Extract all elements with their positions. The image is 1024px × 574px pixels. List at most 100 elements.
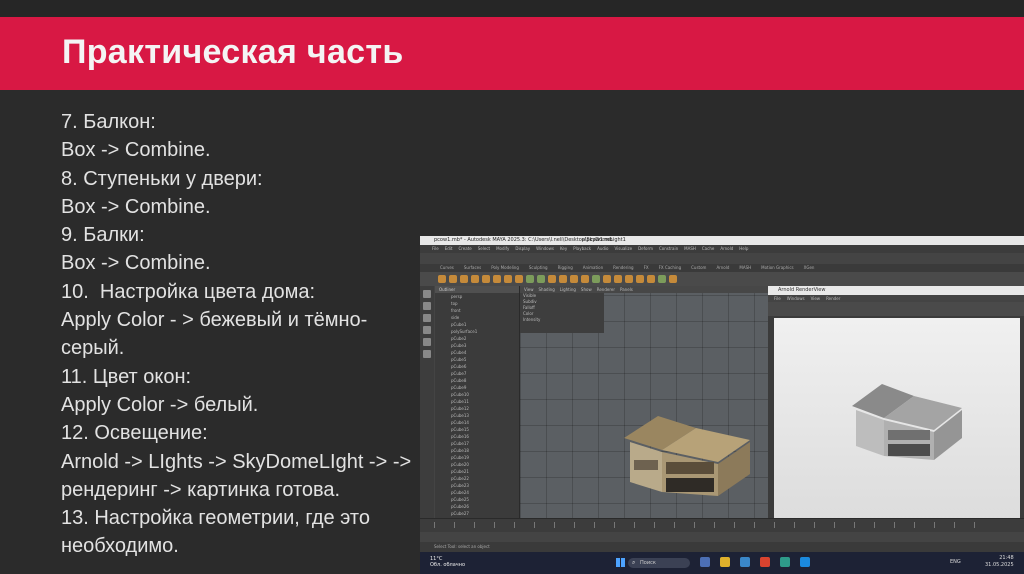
outliner-item[interactable]: pCube12	[435, 405, 519, 412]
outliner-item[interactable]: pCube19	[435, 454, 519, 461]
shelf-tool-icon[interactable]	[559, 275, 567, 283]
menu-deform[interactable]: Deform	[638, 245, 653, 253]
menu-modify[interactable]: Modify	[496, 245, 509, 253]
menu-playback[interactable]: Playback	[573, 245, 591, 253]
outliner-item[interactable]: pCube7	[435, 370, 519, 377]
menu-arnold[interactable]: Arnold	[720, 245, 733, 253]
render-menu-item[interactable]: Render	[826, 295, 840, 302]
shelf-tool-icon[interactable]	[548, 275, 556, 283]
viewport-menu-item[interactable]: Renderer	[597, 286, 615, 293]
outliner-item[interactable]: front	[435, 307, 519, 314]
outliner-item[interactable]: pCube27	[435, 510, 519, 517]
shelf-tab[interactable]: XGen	[804, 264, 815, 272]
render-menu-item[interactable]: View	[811, 295, 821, 302]
file-explorer-icon[interactable]	[720, 557, 730, 567]
shelf-tool-icon[interactable]	[449, 275, 457, 283]
shelf-tool-icon[interactable]	[471, 275, 479, 283]
shelf-tab[interactable]: Surfaces	[464, 264, 481, 272]
menu-visualize[interactable]: Visualize	[614, 245, 632, 253]
task-view-icon[interactable]	[700, 557, 710, 567]
outliner-item[interactable]: pCube25	[435, 496, 519, 503]
outliner-item[interactable]: side	[435, 314, 519, 321]
menu-windows[interactable]: Windows	[536, 245, 554, 253]
outliner-item[interactable]: pCube5	[435, 356, 519, 363]
outliner-item[interactable]: pCube18	[435, 447, 519, 454]
move-tool-icon[interactable]	[423, 326, 431, 334]
outliner-item[interactable]: pCube22	[435, 475, 519, 482]
shelf-tool-icon[interactable]	[669, 275, 677, 283]
shelf-tab[interactable]: Poly Modeling	[491, 264, 519, 272]
outliner-item[interactable]: persp	[435, 293, 519, 300]
language-indicator[interactable]: ENG	[950, 559, 961, 565]
menu-help[interactable]: Help	[739, 245, 748, 253]
menu-select[interactable]: Select	[478, 245, 490, 253]
scale-tool-icon[interactable]	[423, 350, 431, 358]
shelf-tool-icon[interactable]	[581, 275, 589, 283]
shelf-tool-icon[interactable]	[526, 275, 534, 283]
shelf-tab[interactable]: Sculpting	[529, 264, 548, 272]
outliner-item[interactable]: pCube11	[435, 398, 519, 405]
render-menu-item[interactable]: File	[774, 295, 781, 302]
shelf-tool-icon[interactable]	[515, 275, 523, 283]
viewport-menu-item[interactable]: Shading	[539, 286, 555, 293]
shelf-tool-icon[interactable]	[636, 275, 644, 283]
shelf-tool-icon[interactable]	[625, 275, 633, 283]
menu-create[interactable]: Create	[458, 245, 471, 253]
shelf-tool-icon[interactable]	[570, 275, 578, 283]
viewport-menu-item[interactable]: Lighting	[560, 286, 576, 293]
outliner-item[interactable]: pCube13	[435, 412, 519, 419]
outliner-item[interactable]: pCube21	[435, 468, 519, 475]
viewport-menu-item[interactable]: View	[524, 286, 534, 293]
paint-tool-icon[interactable]	[423, 314, 431, 322]
shelf-tab[interactable]: FX	[644, 264, 649, 272]
shelf-tool-icon[interactable]	[647, 275, 655, 283]
shelf-tool-icon[interactable]	[592, 275, 600, 283]
outliner-item[interactable]: pCube3	[435, 342, 519, 349]
shelf-tab[interactable]: Animation	[583, 264, 603, 272]
viewport-menu-item[interactable]: Show	[581, 286, 592, 293]
app-icon[interactable]	[760, 557, 770, 567]
edge-icon[interactable]	[740, 557, 750, 567]
shelf-tab[interactable]: Curves	[440, 264, 454, 272]
outliner-item[interactable]: pCube8	[435, 377, 519, 384]
shelf-tool-icon[interactable]	[603, 275, 611, 283]
taskbar-search[interactable]: ⌕ Поиск	[628, 558, 690, 568]
shelf-tab[interactable]: Rigging	[558, 264, 573, 272]
outliner-item[interactable]: pCube14	[435, 419, 519, 426]
menu-file[interactable]: File	[432, 245, 439, 253]
taskbar-clock[interactable]: 21:48 31.05.2025	[985, 555, 1014, 569]
outliner-item[interactable]: pCube24	[435, 489, 519, 496]
outliner-item[interactable]: pCube26	[435, 503, 519, 510]
menu-mash[interactable]: MASH	[684, 245, 696, 253]
outliner-item[interactable]: pCube17	[435, 440, 519, 447]
app-icon[interactable]	[800, 557, 810, 567]
outliner-item[interactable]: pCube16	[435, 433, 519, 440]
shelf-tab[interactable]: Rendering	[613, 264, 633, 272]
weather-widget[interactable]: 11°C Обл. облачно	[430, 556, 465, 568]
command-line[interactable]: Select Tool: select an object	[420, 542, 1024, 552]
outliner-item[interactable]: pCube4	[435, 349, 519, 356]
menu-key[interactable]: Key	[560, 245, 567, 253]
shelf-tool-icon[interactable]	[438, 275, 446, 283]
shelf-tool-icon[interactable]	[482, 275, 490, 283]
lasso-tool-icon[interactable]	[423, 302, 431, 310]
shelf-tab[interactable]: MASH	[739, 264, 751, 272]
shelf-tool-icon[interactable]	[614, 275, 622, 283]
outliner-item[interactable]: polySurface1	[435, 328, 519, 335]
shelf-tab[interactable]: Custom	[691, 264, 706, 272]
maya-icon[interactable]	[780, 557, 790, 567]
outliner-item[interactable]: pCube6	[435, 363, 519, 370]
shelf-tab[interactable]: Motion Graphics	[761, 264, 794, 272]
outliner-item[interactable]: pCube9	[435, 384, 519, 391]
windows-start-icon[interactable]	[616, 558, 625, 567]
outliner-item[interactable]: pCube2	[435, 335, 519, 342]
shelf-tab[interactable]: FX Caching	[659, 264, 681, 272]
select-tool-icon[interactable]	[423, 290, 431, 298]
menu-cache[interactable]: Cache	[702, 245, 714, 253]
shelf-tool-icon[interactable]	[504, 275, 512, 283]
menu-audio[interactable]: Audio	[597, 245, 608, 253]
outliner-item[interactable]: pCube23	[435, 482, 519, 489]
viewport-menu-item[interactable]: Panels	[620, 286, 633, 293]
outliner-item[interactable]: pCube1	[435, 321, 519, 328]
menu-display[interactable]: Display	[515, 245, 530, 253]
